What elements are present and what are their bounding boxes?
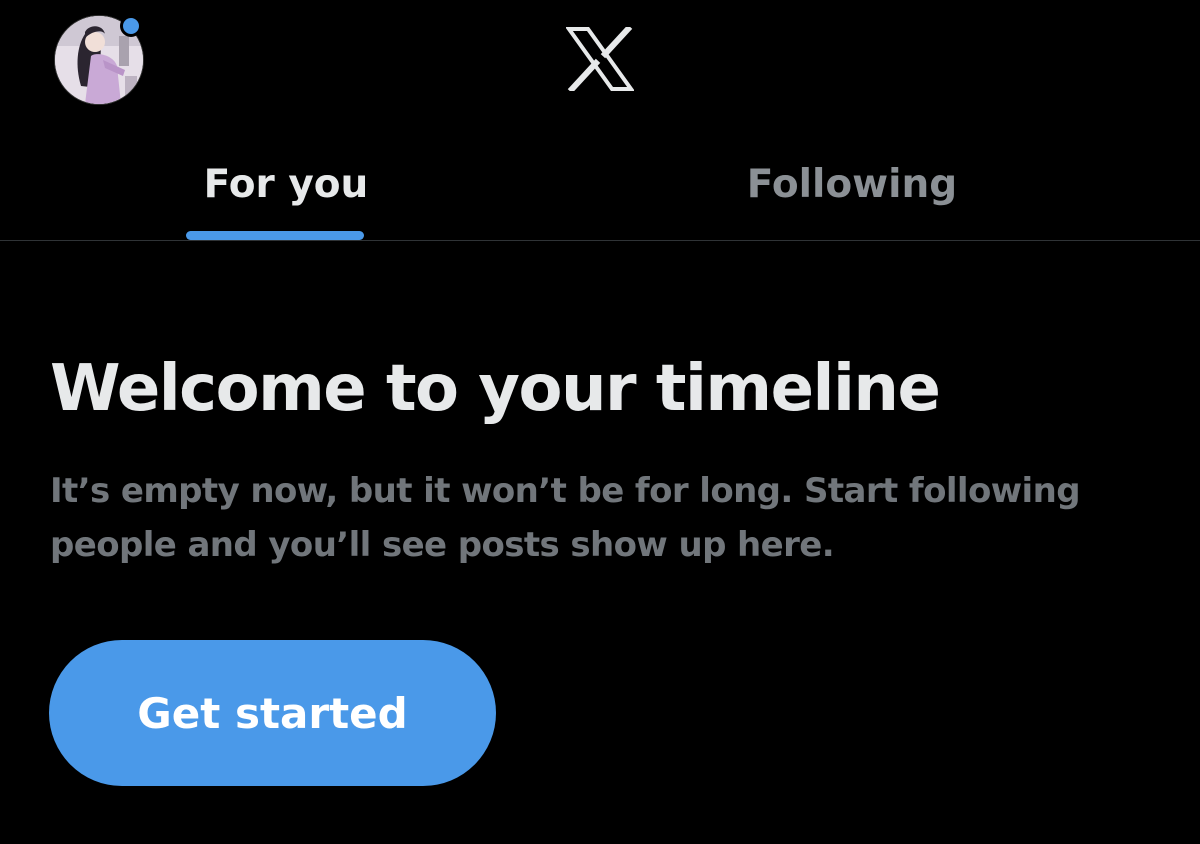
active-tab-indicator (186, 231, 364, 240)
timeline-tabs: For you Following (0, 128, 1200, 240)
tabs-divider (0, 240, 1200, 241)
tab-following[interactable]: Following (552, 128, 1152, 240)
empty-state-title: Welcome to your timeline (50, 352, 941, 426)
notification-dot (120, 15, 142, 37)
empty-state-description: It’s empty now, but it won’t be for long… (50, 471, 1081, 565)
home-screen: For you Following Welcome to your timeli… (0, 0, 1200, 844)
tab-for-you[interactable]: For you (0, 128, 586, 240)
tab-for-you-label: For you (203, 161, 369, 207)
x-logo-icon[interactable] (565, 24, 635, 94)
get-started-label: Get started (137, 688, 408, 738)
tab-following-label: Following (746, 161, 958, 207)
get-started-button[interactable]: Get started (49, 640, 496, 786)
